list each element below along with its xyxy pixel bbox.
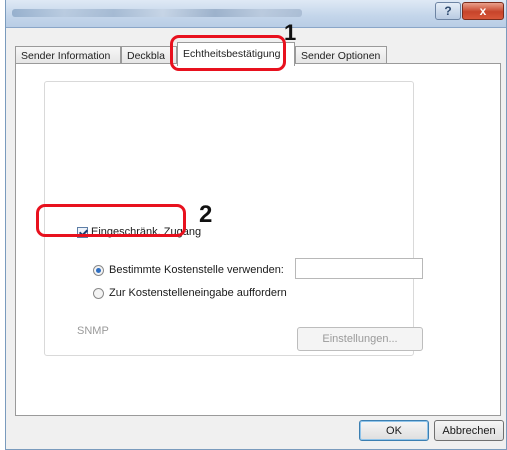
help-button[interactable]: ?	[435, 2, 461, 20]
snmp-label: SNMP	[77, 325, 109, 337]
prompt-cost-center-row[interactable]: Zur Kostenstelleneingabe auffordern	[93, 287, 287, 299]
prompt-cost-center-label: Zur Kostenstelleneingabe auffordern	[109, 287, 287, 299]
step-2-marker: 2	[199, 201, 213, 228]
tab-panel: Eingeschränk. Zugang Bestimmte Kostenste…	[15, 63, 501, 416]
window-title-blurred	[12, 9, 302, 17]
close-button[interactable]: x	[462, 2, 504, 20]
use-cost-center-row[interactable]: Bestimmte Kostenstelle verwenden:	[93, 264, 284, 276]
cost-center-input[interactable]	[295, 258, 423, 279]
use-cost-center-radio[interactable]	[93, 264, 104, 276]
step-2-highlight	[36, 204, 186, 237]
step-1-marker: 1	[284, 20, 297, 45]
prompt-cost-center-radio[interactable]	[93, 287, 104, 299]
title-bar: ? x	[6, 0, 506, 28]
abbrechen-button[interactable]: Abbrechen	[434, 420, 504, 441]
step-1-highlight	[170, 35, 286, 71]
einstellungen-button[interactable]: Einstellungen...	[297, 327, 423, 351]
use-cost-center-label: Bestimmte Kostenstelle verwenden:	[109, 264, 284, 276]
ok-button[interactable]: OK	[359, 420, 429, 441]
